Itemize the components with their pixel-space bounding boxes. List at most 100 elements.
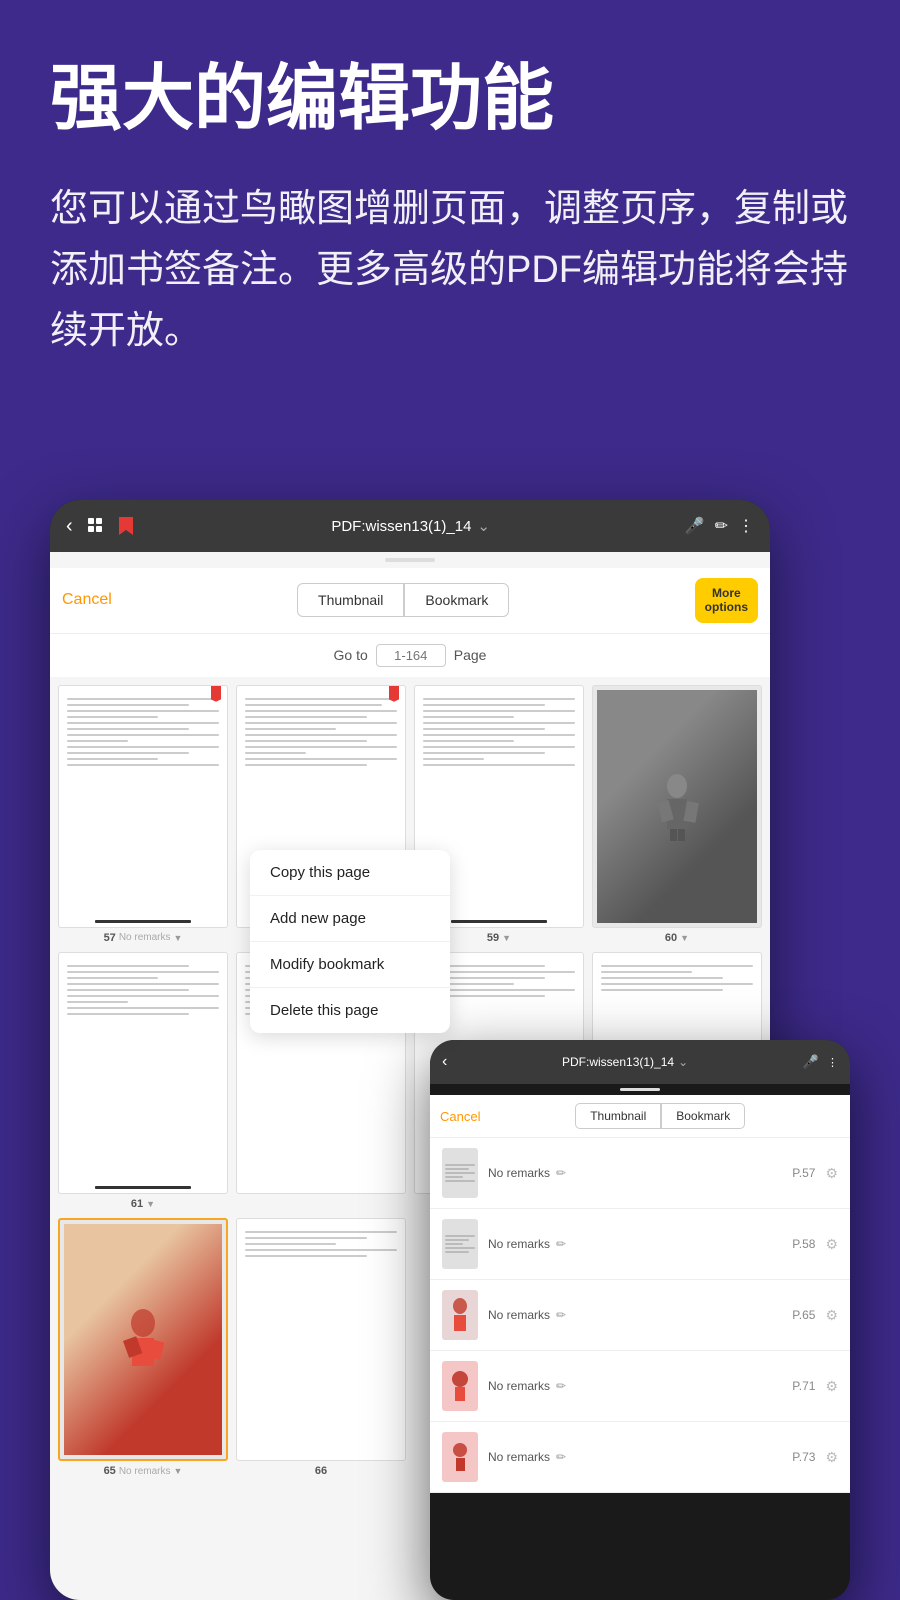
bookmark-page-71: P.71 xyxy=(792,1379,815,1393)
thumb-label-61: 61 ▼ xyxy=(131,1198,155,1210)
thumb-label-65: 65 No remarks ▼ xyxy=(104,1465,183,1477)
second-thumbnail-tab[interactable]: Thumbnail xyxy=(575,1103,661,1129)
topbar-left-icons xyxy=(85,515,137,537)
bookmark-text-71: No remarks xyxy=(488,1379,550,1393)
bookmark-figure-65 xyxy=(442,1290,478,1340)
hero-description: 您可以通过鸟瞰图增删页面，调整页序，复制或添加书签备注。更多高级的PDF编辑功能… xyxy=(50,179,850,361)
thumb-bar-59 xyxy=(451,920,547,923)
bookmark-edit-icon-57[interactable]: ✏ xyxy=(556,1166,566,1180)
bookmark-list: No remarks ✏ P.57 ⚙ xyxy=(430,1138,850,1493)
bookmark-info-58: No remarks ✏ xyxy=(488,1237,782,1251)
second-tab-group: Thumbnail Bookmark xyxy=(480,1103,840,1129)
device-container: ‹ PDF:wissen13(1)_14 ⌄ xyxy=(50,500,850,1600)
thumb-label-60: 60 ▼ xyxy=(665,932,689,944)
bookmark-settings-icon-57[interactable]: ⚙ xyxy=(825,1165,838,1182)
bookmark-item-58[interactable]: No remarks ✏ P.58 ⚙ xyxy=(430,1209,850,1280)
thumb-page-61 xyxy=(58,952,228,1195)
tab-group: Thumbnail Bookmark xyxy=(122,583,685,617)
thumb-bar-61 xyxy=(95,1186,191,1189)
bookmark-page-65: P.65 xyxy=(792,1308,815,1322)
thumb-label-66: 66 xyxy=(315,1465,327,1477)
drag-handle xyxy=(385,558,435,562)
bookmark-settings-icon-65[interactable]: ⚙ xyxy=(825,1307,838,1324)
bookmark-page-57: P.57 xyxy=(792,1166,815,1180)
thumb-label-57: 57 No remarks ▼ xyxy=(104,932,183,944)
bookmark-item-57[interactable]: No remarks ✏ P.57 ⚙ xyxy=(430,1138,850,1209)
bookmark-item-65[interactable]: No remarks ✏ P.65 ⚙ xyxy=(430,1280,850,1351)
main-topbar: ‹ PDF:wissen13(1)_14 ⌄ xyxy=(50,500,770,552)
thumb-page-65 xyxy=(58,1218,228,1461)
second-topbar-right: 🎤 ⋮ xyxy=(803,1054,838,1070)
bookmark-item-73[interactable]: No remarks ✏ P.73 ⚙ xyxy=(430,1422,850,1493)
copy-page-menu-item[interactable]: Copy this page xyxy=(250,850,450,896)
bookmark-item-71[interactable]: No remarks ✏ P.71 ⚙ xyxy=(430,1351,850,1422)
second-back-button[interactable]: ‹ xyxy=(442,1053,447,1071)
modify-bookmark-menu-item[interactable]: Modify bookmark xyxy=(250,942,450,988)
delete-page-menu-item[interactable]: Delete this page xyxy=(250,988,450,1033)
thumbnail-57[interactable]: 57 No remarks ▼ xyxy=(58,685,228,944)
more-icon[interactable]: ⋮ xyxy=(738,516,754,536)
more-options-button[interactable]: Moreoptions xyxy=(695,578,758,623)
second-cancel-button[interactable]: Cancel xyxy=(440,1109,480,1124)
thumb-page-57 xyxy=(58,685,228,928)
thumbnail-61[interactable]: 61 ▼ xyxy=(58,952,228,1211)
bookmark-figure-71 xyxy=(442,1361,478,1411)
thumb-bar-57 xyxy=(95,920,191,923)
goto-row: Go to Page xyxy=(50,634,770,677)
bookmark-text-58: No remarks xyxy=(488,1237,550,1251)
second-more-icon[interactable]: ⋮ xyxy=(827,1056,838,1069)
bookmark-settings-icon-58[interactable]: ⚙ xyxy=(825,1236,838,1253)
bookmark-tab[interactable]: Bookmark xyxy=(404,583,509,617)
bookmark-edit-icon-71[interactable]: ✏ xyxy=(556,1379,566,1393)
thumbnail-66[interactable]: 66 xyxy=(236,1218,406,1477)
back-button[interactable]: ‹ xyxy=(66,515,73,538)
hero-title: 强大的编辑功能 xyxy=(50,60,850,139)
topbar-title: PDF:wissen13(1)_14 ⌄ xyxy=(149,517,673,535)
thumb-page-66 xyxy=(236,1218,406,1461)
pen-icon[interactable]: ✏ xyxy=(715,516,728,536)
context-menu: Copy this page Add new page Modify bookm… xyxy=(250,850,450,1033)
artwork-65 xyxy=(64,1224,222,1455)
second-topbar-title: PDF:wissen13(1)_14 ⌄ xyxy=(455,1055,794,1069)
bookmark-info-57: No remarks ✏ xyxy=(488,1166,782,1180)
thumb-lines-57 xyxy=(63,690,223,920)
bookmark-thumb-57 xyxy=(442,1148,478,1198)
page-label: Page xyxy=(454,647,487,663)
bookmark-icon[interactable] xyxy=(115,515,137,537)
mic-icon[interactable]: 🎤 xyxy=(685,516,705,536)
second-bookmark-tab[interactable]: Bookmark xyxy=(661,1103,745,1129)
thumbnail-tab[interactable]: Thumbnail xyxy=(297,583,404,617)
second-panel-header: Cancel Thumbnail Bookmark xyxy=(430,1095,850,1138)
bookmark-settings-icon-71[interactable]: ⚙ xyxy=(825,1378,838,1395)
cancel-button[interactable]: Cancel xyxy=(62,591,112,609)
add-page-menu-item[interactable]: Add new page xyxy=(250,896,450,942)
bookmark-info-65: No remarks ✏ xyxy=(488,1308,782,1322)
bookmark-thumb-lines-58 xyxy=(442,1232,478,1256)
bookmark-figure-73 xyxy=(442,1432,478,1482)
thumb-page-60 xyxy=(592,685,762,928)
thumbnail-65[interactable]: 65 No remarks ▼ xyxy=(58,1218,228,1477)
bookmark-edit-icon-65[interactable]: ✏ xyxy=(556,1308,566,1322)
grid-icon[interactable] xyxy=(85,515,107,537)
thumb-lines-66 xyxy=(241,1223,401,1456)
bookmark-settings-icon-73[interactable]: ⚙ xyxy=(825,1449,838,1466)
thumb-label-59: 59 ▼ xyxy=(487,932,511,944)
bookmark-text-73: No remarks xyxy=(488,1450,550,1464)
thumbnail-60[interactable]: 60 ▼ xyxy=(592,685,762,944)
bookmark-thumb-58 xyxy=(442,1219,478,1269)
goto-label: Go to xyxy=(334,647,368,663)
bookmark-text-65: No remarks xyxy=(488,1308,550,1322)
hero-section: 强大的编辑功能 您可以通过鸟瞰图增删页面，调整页序，复制或添加书签备注。更多高级… xyxy=(0,0,900,392)
second-topbar: ‹ PDF:wissen13(1)_14 ⌄ 🎤 ⋮ xyxy=(430,1040,850,1084)
bookmark-edit-icon-73[interactable]: ✏ xyxy=(556,1450,566,1464)
second-drag-handle xyxy=(620,1088,660,1091)
bookmark-page-73: P.73 xyxy=(792,1450,815,1464)
bookmark-info-71: No remarks ✏ xyxy=(488,1379,782,1393)
bookmark-flag-58 xyxy=(389,686,399,702)
topbar-right-icons: 🎤 ✏ ⋮ xyxy=(685,516,754,536)
bookmark-info-73: No remarks ✏ xyxy=(488,1450,782,1464)
page-input[interactable] xyxy=(376,644,446,667)
bookmark-edit-icon-58[interactable]: ✏ xyxy=(556,1237,566,1251)
second-mic-icon[interactable]: 🎤 xyxy=(803,1054,819,1070)
bookmark-text-57: No remarks xyxy=(488,1166,550,1180)
